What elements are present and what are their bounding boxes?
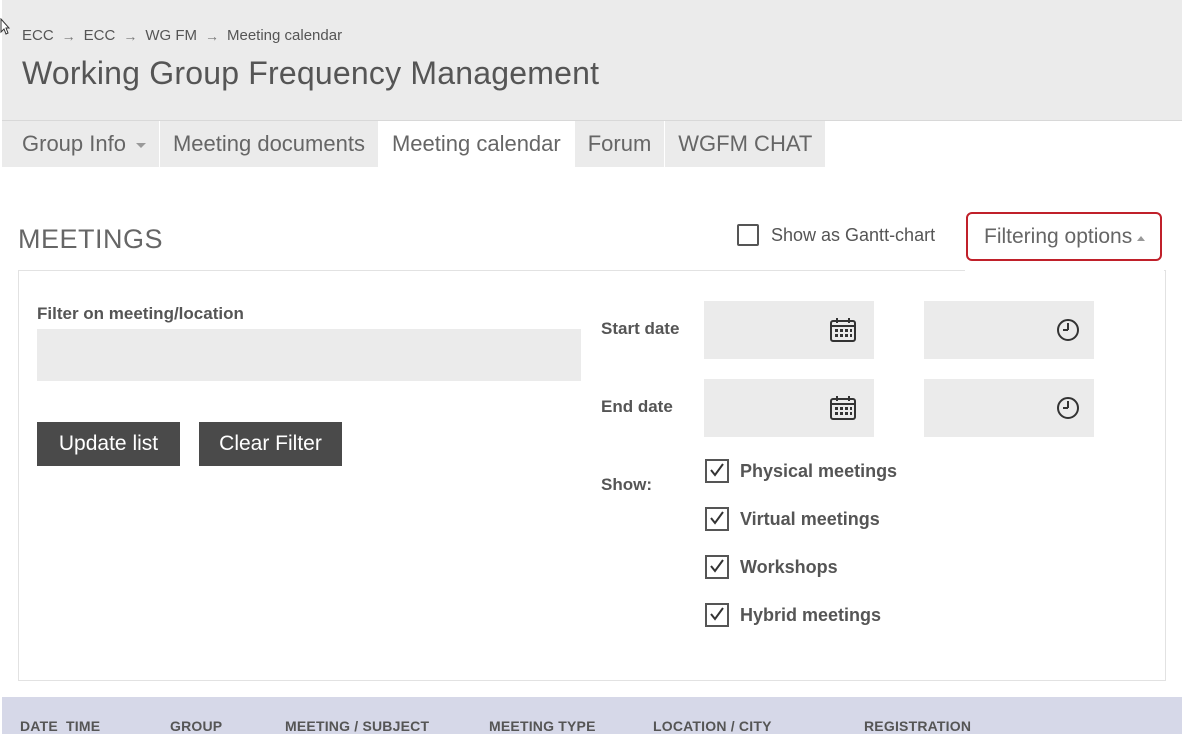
- start-date-input[interactable]: [704, 301, 874, 359]
- clock-icon[interactable]: [1056, 396, 1080, 420]
- option-physical-meetings[interactable]: Physical meetings: [705, 459, 897, 483]
- tab-group-info[interactable]: Group Info: [2, 121, 160, 167]
- breadcrumb-arrow-icon: →: [205, 27, 219, 44]
- breadcrumb-current: Meeting calendar: [227, 27, 343, 44]
- checkmark-icon: [710, 607, 724, 621]
- show-label: Show:: [601, 475, 652, 494]
- end-date-input[interactable]: [704, 379, 874, 437]
- filtering-options-label: Filtering options: [984, 224, 1133, 248]
- caret-down-icon: [135, 142, 146, 148]
- page-title: Working Group Frequency Management: [22, 55, 600, 91]
- checkbox-checked[interactable]: [705, 555, 729, 579]
- tab-bar: Group Info Meeting documents Meeting cal…: [2, 120, 1182, 167]
- tab-label: Forum: [587, 131, 652, 156]
- breadcrumb-link-ecc[interactable]: ECC: [22, 27, 54, 44]
- checkbox-checked[interactable]: [705, 603, 729, 627]
- breadcrumb-arrow-icon: →: [123, 27, 138, 44]
- option-workshops[interactable]: Workshops: [705, 555, 838, 579]
- option-hybrid-meetings[interactable]: Hybrid meetings: [705, 603, 881, 627]
- tab-label: Group Info: [22, 131, 126, 156]
- breadcrumb-arrow-icon: →: [61, 27, 76, 44]
- filtering-options-button[interactable]: Filtering options: [966, 212, 1162, 261]
- column-header-location-city[interactable]: LOCATION / CITY: [653, 718, 772, 734]
- calendar-icon[interactable]: [830, 396, 856, 420]
- option-label: Virtual meetings: [740, 508, 880, 529]
- checkbox-checked[interactable]: [705, 459, 729, 483]
- tab-meeting-calendar[interactable]: Meeting calendar: [378, 121, 575, 167]
- end-time-input[interactable]: [924, 379, 1094, 437]
- meeting-filter-label: Filter on meeting/location: [37, 304, 244, 323]
- checkbox-checked[interactable]: [705, 507, 729, 531]
- meetings-table-header: DATE TIME GROUP MEETING / SUBJECT MEETIN…: [2, 697, 1182, 734]
- checkmark-icon: [710, 511, 724, 525]
- caret-up-icon: [1137, 236, 1146, 241]
- end-date-label: End date: [601, 397, 673, 416]
- breadcrumb-link-wgfm[interactable]: WG FM: [145, 27, 197, 44]
- column-header-meeting-type[interactable]: MEETING TYPE: [489, 718, 596, 734]
- start-date-label: Start date: [601, 319, 680, 338]
- clear-filter-button[interactable]: Clear Filter: [199, 422, 342, 466]
- column-header-time[interactable]: TIME: [66, 718, 100, 734]
- mouse-cursor-icon: [0, 18, 10, 35]
- column-header-registration[interactable]: REGISTRATION: [864, 718, 971, 734]
- clock-icon[interactable]: [1056, 318, 1080, 342]
- gantt-checkbox[interactable]: [737, 224, 759, 246]
- tab-bar-spacer: [826, 121, 1182, 167]
- tab-wgfm-chat[interactable]: WGFM CHAT: [665, 121, 827, 167]
- meetings-heading: MEETINGS: [18, 224, 164, 254]
- checkmark-icon: [710, 463, 724, 477]
- start-time-input[interactable]: [924, 301, 1094, 359]
- tab-label: Meeting documents: [172, 131, 365, 156]
- checkmark-icon: [710, 559, 724, 573]
- breadcrumb: ECC → ECC → WG FM → Meeting calendar: [22, 27, 342, 44]
- option-label: Hybrid meetings: [740, 604, 882, 625]
- option-label: Physical meetings: [740, 460, 898, 481]
- filter-panel-tab-join: [965, 269, 1164, 272]
- gantt-toggle[interactable]: Show as Gantt-chart: [737, 224, 935, 246]
- column-header-meeting-subject[interactable]: MEETING / SUBJECT: [285, 718, 429, 734]
- option-virtual-meetings[interactable]: Virtual meetings: [705, 507, 880, 531]
- calendar-icon[interactable]: [830, 318, 856, 342]
- gantt-label: Show as Gantt-chart: [771, 224, 936, 245]
- column-header-date[interactable]: DATE: [20, 718, 58, 734]
- breadcrumb-link-ecc-2[interactable]: ECC: [84, 27, 116, 44]
- meeting-filter-input[interactable]: [37, 329, 581, 381]
- tab-label: Meeting calendar: [391, 131, 561, 156]
- tab-forum[interactable]: Forum: [574, 121, 666, 167]
- column-header-group[interactable]: GROUP: [170, 718, 222, 734]
- update-list-button[interactable]: Update list: [37, 422, 180, 466]
- tab-label: WGFM CHAT: [678, 131, 813, 156]
- option-label: Workshops: [740, 556, 838, 577]
- tab-meeting-documents[interactable]: Meeting documents: [159, 121, 379, 167]
